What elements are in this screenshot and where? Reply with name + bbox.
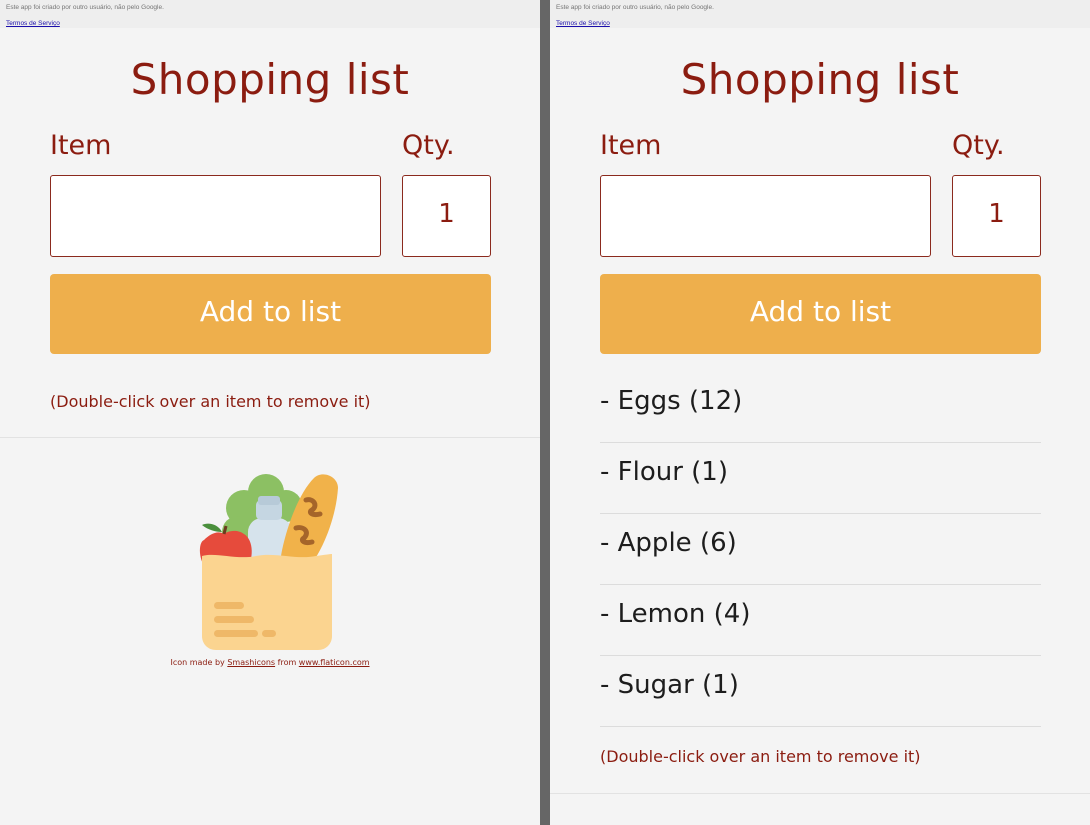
google-notice-bar: Este app foi criado por outro usuário, n… [550,0,1090,28]
credit-site-link[interactable]: www.flaticon.com [299,658,370,667]
app-panel-filled: Este app foi criado por outro usuário, n… [550,0,1090,825]
credit-mid: from [275,658,299,667]
terms-of-service-link[interactable]: Termos de Serviço [556,19,610,29]
list-item-flour[interactable]: - Flour (1) [600,443,1041,514]
qty-input[interactable]: 1 [952,175,1041,257]
grocery-bag-icon [199,474,338,650]
page-title: Shopping list [130,55,410,104]
credit-author-link[interactable]: Smashicons [227,658,275,667]
divider [0,437,540,438]
google-notice-text: Este app foi criado por outro usuário, n… [6,4,164,11]
app-panel-empty: Este app foi criado por outro usuário, n… [0,0,540,825]
add-to-list-button[interactable]: Add to list [600,274,1041,354]
list-item-apple[interactable]: - Apple (6) [600,514,1041,585]
terms-of-service-link[interactable]: Termos de Serviço [6,19,60,29]
add-to-list-button[interactable]: Add to list [50,274,491,354]
google-notice-bar: Este app foi criado por outro usuário, n… [0,0,540,28]
qty-input[interactable]: 1 [402,175,491,257]
qty-label: Qty. [402,130,455,161]
remove-hint: (Double-click over an item to remove it) [50,392,371,411]
item-label: Item [600,130,662,161]
page-title: Shopping list [680,55,960,104]
list-item-sugar[interactable]: - Sugar (1) [600,656,1041,727]
google-notice-text: Este app foi criado por outro usuário, n… [556,4,714,11]
item-input[interactable] [50,175,381,257]
credit-prefix: Icon made by [170,658,228,667]
remove-hint: (Double-click over an item to remove it) [600,747,921,766]
qty-label: Qty. [952,130,1005,161]
item-input[interactable] [600,175,931,257]
list-item-eggs[interactable]: - Eggs (12) [600,372,1041,443]
divider [550,793,1090,794]
list-item-lemon[interactable]: - Lemon (4) [600,585,1041,656]
item-label: Item [50,130,112,161]
icon-credit: Icon made by Smashicons from www.flatico… [0,658,540,667]
